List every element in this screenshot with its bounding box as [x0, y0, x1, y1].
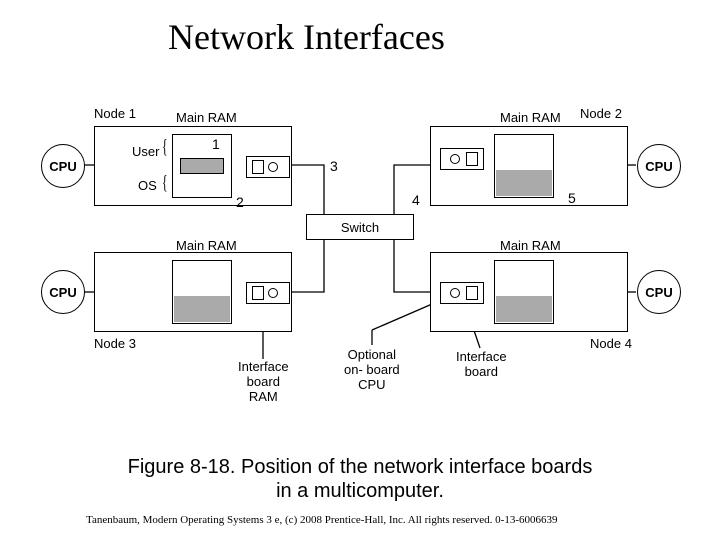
node1-ifb-cpu [268, 162, 278, 172]
label-ifb-l1: Interface [456, 349, 507, 364]
cpu-node4: CPU [637, 270, 681, 314]
label-ifb-ram-l3: RAM [249, 389, 278, 404]
cpu-node3: CPU [41, 270, 85, 314]
node3-ifb-cpu [268, 288, 278, 298]
label-node2: Node 2 [580, 106, 622, 121]
label-ifb-l2: board [465, 364, 498, 379]
node3-ifb-ram [252, 286, 264, 300]
label-ifb-ram-l1: Interface [238, 359, 289, 374]
cpu-label: CPU [49, 159, 76, 174]
label-optional-cpu: Optional on- board CPU [344, 348, 400, 393]
node1-ifb-ram [252, 160, 264, 174]
label-ifb-ram: Interface board RAM [238, 360, 289, 405]
switch-label: Switch [341, 220, 379, 235]
label-os: OS [138, 178, 157, 193]
label-main-ram-3: Main RAM [176, 238, 237, 253]
label-ifb-ram-l2: board [247, 374, 280, 389]
node2-ifb-ram [466, 152, 478, 166]
number-2: 2 [236, 194, 244, 210]
page-title: Network Interfaces [168, 16, 445, 58]
node3-ram-fill [174, 296, 230, 322]
label-node1: Node 1 [94, 106, 136, 121]
figure-caption-line1: Figure 8-18. Position of the network int… [0, 456, 720, 479]
number-4: 4 [412, 192, 420, 208]
label-optcpu-l2: on- board [344, 362, 400, 377]
node4-ram-fill [496, 296, 552, 322]
label-node4: Node 4 [590, 336, 632, 351]
number-3: 3 [330, 158, 338, 174]
label-interface-board: Interface board [456, 350, 507, 380]
figure-caption-line2: in a multicomputer. [0, 480, 720, 503]
brace-user: { [162, 136, 168, 159]
label-optcpu-l3: CPU [358, 377, 385, 392]
switch-box: Switch [306, 214, 414, 240]
node1-ram-userblock [180, 158, 224, 174]
cpu-node1: CPU [41, 144, 85, 188]
node2-ram-fill [496, 170, 552, 196]
cpu-label: CPU [645, 285, 672, 300]
node2-ifb-cpu [450, 154, 460, 164]
node4-ifb-ram [466, 286, 478, 300]
cpu-label: CPU [49, 285, 76, 300]
brace-os: { [162, 172, 168, 195]
cpu-node2: CPU [637, 144, 681, 188]
label-user: User [132, 144, 159, 159]
label-main-ram-4: Main RAM [500, 238, 561, 253]
label-node3: Node 3 [94, 336, 136, 351]
number-1: 1 [212, 136, 220, 152]
node4-ifb-cpu [450, 288, 460, 298]
label-optcpu-l1: Optional [348, 347, 396, 362]
number-5: 5 [568, 190, 576, 206]
label-main-ram-1: Main RAM [176, 110, 237, 125]
footer-credit: Tanenbaum, Modern Operating Systems 3 e,… [86, 514, 558, 526]
cpu-label: CPU [645, 159, 672, 174]
label-main-ram-2: Main RAM [500, 110, 561, 125]
